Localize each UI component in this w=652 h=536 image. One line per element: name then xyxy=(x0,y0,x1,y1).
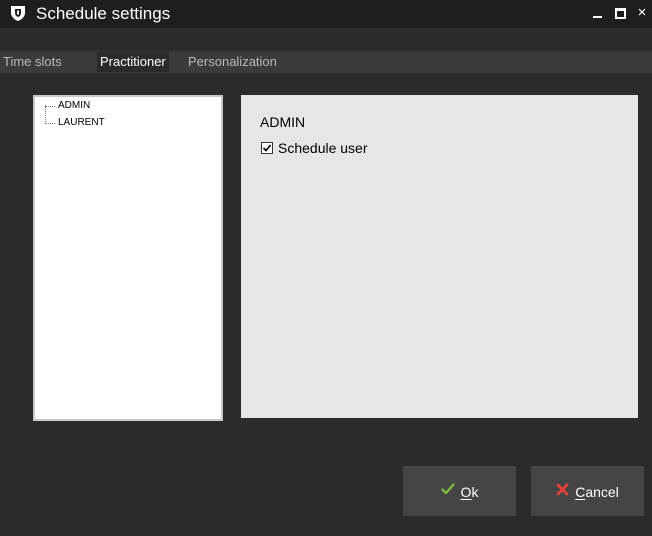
title-bar: Schedule settings × xyxy=(0,0,652,28)
ok-label: k xyxy=(471,484,479,501)
ok-mnemonic: O xyxy=(460,484,472,501)
cancel-label: ancel xyxy=(585,484,619,501)
tree-item-label: ADMIN xyxy=(58,100,91,111)
tree-connector xyxy=(45,117,55,124)
practitioner-tree[interactable]: ADMIN LAURENT xyxy=(33,95,223,421)
practitioner-details-panel: ADMIN Schedule user xyxy=(241,95,638,418)
close-button[interactable]: × xyxy=(632,2,652,24)
maximize-button[interactable] xyxy=(610,2,630,24)
checkmark-icon xyxy=(440,466,455,516)
x-icon xyxy=(556,466,569,516)
ok-button[interactable]: Ok xyxy=(403,466,516,516)
minimize-icon xyxy=(593,16,602,18)
schedule-settings-window: Schedule settings × Time slots Practitio… xyxy=(0,0,652,536)
window-title: Schedule settings xyxy=(36,4,171,23)
selected-user-name: ADMIN xyxy=(260,114,306,130)
minimize-button[interactable] xyxy=(588,2,608,24)
tab-practitioner[interactable]: Practitioner xyxy=(97,52,169,72)
tab-personalization[interactable]: Personalization xyxy=(185,52,280,72)
schedule-user-checkbox[interactable] xyxy=(261,142,273,154)
tree-item-label: LAURENT xyxy=(58,117,105,128)
close-icon: × xyxy=(637,4,647,21)
tab-time-slots[interactable]: Time slots xyxy=(0,52,65,72)
tree-connector xyxy=(45,100,55,107)
app-shield-icon xyxy=(9,4,27,22)
checkmark-icon xyxy=(262,144,272,152)
schedule-user-label[interactable]: Schedule user xyxy=(278,140,368,156)
cancel-button[interactable]: Cancel xyxy=(531,466,644,516)
cancel-mnemonic: C xyxy=(575,484,586,501)
maximize-icon xyxy=(615,8,626,19)
